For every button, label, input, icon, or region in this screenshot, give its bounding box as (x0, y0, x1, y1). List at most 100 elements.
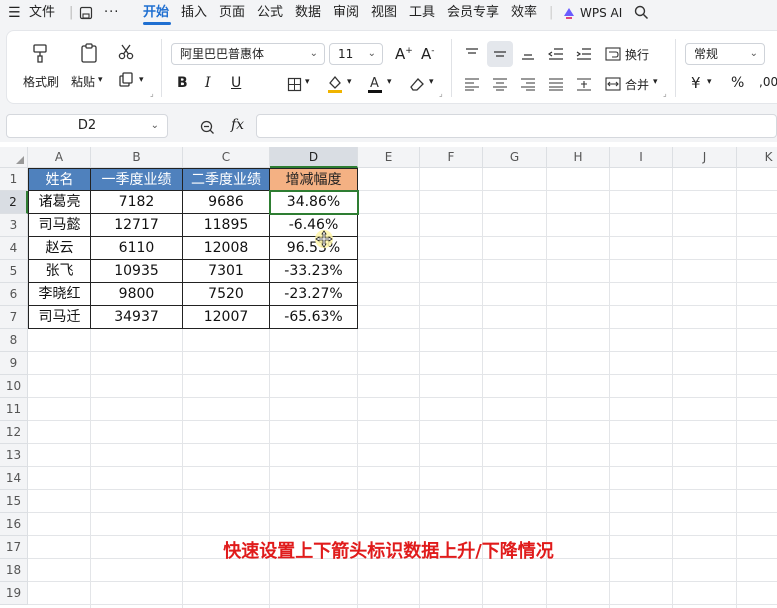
tab-efficiency[interactable]: 效率 (511, 0, 537, 26)
search-icon[interactable] (634, 0, 649, 26)
paste-dropdown-icon[interactable]: ▾ (98, 75, 103, 85)
decrease-font-icon[interactable]: A- (421, 45, 435, 63)
column-header-g[interactable]: G (483, 147, 547, 168)
fill-color-dropdown-icon[interactable]: ▾ (347, 77, 352, 87)
column-header-i[interactable]: I (610, 147, 673, 168)
table-cell[interactable]: 诸葛亮 (28, 191, 91, 214)
align-left-icon[interactable] (461, 73, 483, 95)
copy-dropdown-icon[interactable]: ▾ (139, 75, 144, 85)
align-top-icon[interactable] (461, 43, 483, 65)
increase-font-icon[interactable]: A+ (395, 45, 413, 63)
tab-review[interactable]: 审阅 (333, 0, 359, 26)
column-header-f[interactable]: F (420, 147, 483, 168)
formula-input[interactable] (256, 114, 777, 138)
column-header-a[interactable]: A (28, 147, 91, 168)
menu-file[interactable]: 文件 (29, 0, 55, 26)
bold-icon[interactable]: B (177, 75, 188, 91)
table-cell[interactable]: 12717 (91, 214, 183, 237)
align-middle-icon[interactable] (487, 41, 513, 67)
name-box[interactable]: D2 ⌄ (6, 114, 168, 138)
row-header-5[interactable]: 5 (0, 260, 28, 283)
column-header-d[interactable]: D (270, 147, 358, 168)
table-cell[interactable]: 11895 (183, 214, 270, 237)
row-header-4[interactable]: 4 (0, 237, 28, 260)
copy-icon[interactable] (115, 69, 137, 91)
table-cell[interactable]: 赵云 (28, 237, 91, 260)
merge-dropdown-icon[interactable]: ▾ (653, 77, 658, 87)
tab-data[interactable]: 数据 (295, 0, 321, 26)
row-header-16[interactable]: 16 (0, 513, 28, 536)
row-header-2[interactable]: 2 (0, 191, 28, 214)
fill-color-icon[interactable] (325, 73, 345, 95)
tab-formula[interactable]: 公式 (257, 0, 283, 26)
tab-page[interactable]: 页面 (219, 0, 245, 26)
table-cell[interactable]: 12007 (183, 306, 270, 329)
format-painter-icon[interactable] (29, 41, 53, 65)
table-cell[interactable]: -33.23% (270, 260, 358, 283)
row-header-1[interactable]: 1 (0, 168, 28, 191)
table-cell[interactable]: 张飞 (28, 260, 91, 283)
table-cell[interactable]: 7301 (183, 260, 270, 283)
save-icon[interactable] (79, 0, 93, 26)
menu-icon[interactable]: ☰ (8, 0, 21, 26)
row-header-14[interactable]: 14 (0, 467, 28, 490)
table-cell[interactable]: 34937 (91, 306, 183, 329)
wrap-text-icon[interactable] (603, 43, 623, 65)
underline-icon[interactable]: U (231, 75, 241, 91)
select-all-corner[interactable] (0, 147, 28, 168)
number-format-select[interactable]: 常规 ⌄ (685, 43, 765, 65)
border-dropdown-icon[interactable]: ▾ (305, 77, 310, 87)
row-header-8[interactable]: 8 (0, 329, 28, 352)
italic-icon[interactable]: I (205, 75, 211, 91)
currency-icon[interactable]: ¥ (691, 74, 701, 92)
justify-icon[interactable] (545, 73, 567, 95)
tab-tools[interactable]: 工具 (409, 0, 435, 26)
increase-indent-icon[interactable] (573, 43, 595, 65)
table-cell[interactable]: 司马迁 (28, 306, 91, 329)
wps-ai-button[interactable]: WPS AI (580, 0, 622, 26)
merge-cells-label[interactable]: 合并 (625, 76, 649, 93)
align-bottom-icon[interactable] (517, 43, 539, 65)
format-painter-label[interactable]: 格式刷 (23, 73, 59, 90)
fx-icon[interactable]: fx (231, 117, 244, 133)
paste-label[interactable]: 粘贴 (71, 73, 95, 90)
column-header-k[interactable]: K (737, 147, 777, 168)
row-header-19[interactable]: 19 (0, 582, 28, 605)
table-cell[interactable]: 李晓红 (28, 283, 91, 306)
thousands-separator-icon[interactable]: ,00 (759, 75, 777, 89)
cut-icon[interactable] (115, 41, 137, 63)
font-name-select[interactable]: 阿里巴巴普惠体 ⌄ (171, 43, 325, 65)
table-cell[interactable]: -23.27% (270, 283, 358, 306)
alignment-expand-icon[interactable]: ⌟ (663, 89, 667, 98)
row-header-11[interactable]: 11 (0, 398, 28, 421)
table-header-cell[interactable]: 姓名 (28, 168, 91, 191)
row-header-15[interactable]: 15 (0, 490, 28, 513)
font-color-icon[interactable]: A (365, 73, 385, 95)
clear-format-icon[interactable] (407, 73, 427, 95)
wps-ai-logo-icon[interactable] (562, 0, 576, 26)
table-cell[interactable]: 12008 (183, 237, 270, 260)
row-header-13[interactable]: 13 (0, 444, 28, 467)
row-header-10[interactable]: 10 (0, 375, 28, 398)
percent-icon[interactable]: % (731, 75, 744, 91)
paste-icon[interactable] (77, 41, 101, 65)
table-cell[interactable]: 9800 (91, 283, 183, 306)
column-header-c[interactable]: C (183, 147, 270, 168)
row-header-6[interactable]: 6 (0, 283, 28, 306)
wrap-text-label[interactable]: 换行 (625, 46, 649, 63)
align-right-icon[interactable] (517, 73, 539, 95)
border-icon[interactable] (285, 75, 303, 93)
table-cell[interactable]: 10935 (91, 260, 183, 283)
tab-member[interactable]: 会员专享 (447, 0, 499, 26)
column-header-e[interactable]: E (358, 147, 420, 168)
column-header-b[interactable]: B (91, 147, 183, 168)
table-header-cell[interactable]: 一季度业绩 (91, 168, 183, 191)
distribute-icon[interactable] (573, 73, 595, 95)
font-expand-icon[interactable]: ⌟ (439, 89, 443, 98)
merge-cells-icon[interactable] (603, 73, 623, 95)
tab-view[interactable]: 视图 (371, 0, 397, 26)
zoom-icon[interactable] (198, 118, 216, 136)
more-icon[interactable]: ··· (104, 0, 119, 26)
row-header-12[interactable]: 12 (0, 421, 28, 444)
row-header-9[interactable]: 9 (0, 352, 28, 375)
